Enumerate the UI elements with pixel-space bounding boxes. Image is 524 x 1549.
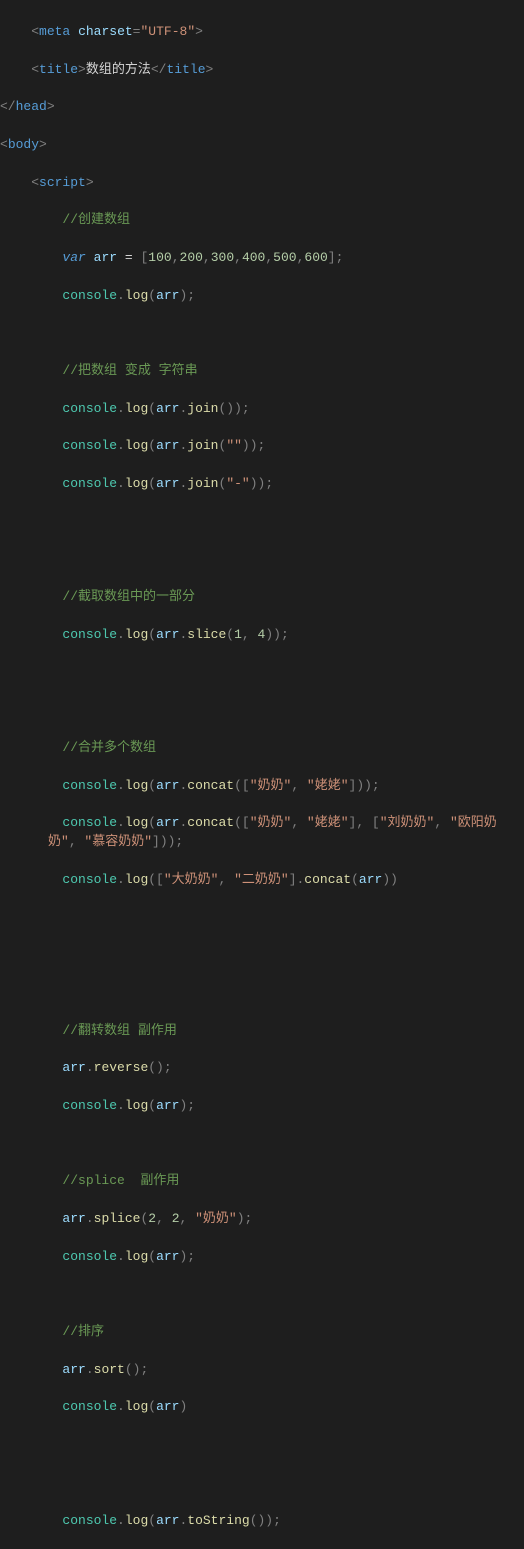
code-line	[0, 1474, 524, 1493]
code-line	[0, 664, 524, 683]
code-line: <meta charset="UTF-8">	[0, 23, 524, 42]
code-line: </head>	[0, 98, 524, 117]
code-line: //截取数组中的一部分	[0, 588, 524, 607]
code-line: console.log(arr.slice(1, 4));	[0, 626, 524, 645]
code-line	[0, 984, 524, 1003]
code-line: console.log(["大奶奶", "二奶奶"].concat(arr))	[0, 871, 524, 890]
code-line: var arr = [100,200,300,400,500,600];	[0, 249, 524, 268]
code-line: console.log(arr.concat(["奶奶", "姥姥"], ["刘…	[0, 814, 524, 852]
code-line: arr.sort();	[0, 1361, 524, 1380]
code-line: console.log(arr.concat(["奶奶", "姥姥"]));	[0, 777, 524, 796]
code-line: //合并多个数组	[0, 739, 524, 758]
code-line	[0, 701, 524, 720]
code-line: console.log(arr.join(""));	[0, 437, 524, 456]
code-line: console.log(arr.join("-"));	[0, 475, 524, 494]
code-line: console.log(arr);	[0, 287, 524, 306]
code-line: console.log(arr.toString());	[0, 1512, 524, 1531]
code-line: //创建数组	[0, 211, 524, 230]
code-line: console.log(arr);	[0, 1097, 524, 1116]
code-line: console.log(arr)	[0, 1398, 524, 1417]
code-line: console.log(arr);	[0, 1248, 524, 1267]
code-line: <title>数组的方法</title>	[0, 61, 524, 80]
code-line: //翻转数组 副作用	[0, 1022, 524, 1041]
code-line: console.log(arr.join());	[0, 400, 524, 419]
code-line	[0, 1285, 524, 1304]
code-line	[0, 1436, 524, 1455]
code-line	[0, 324, 524, 343]
code-line	[0, 513, 524, 532]
code-line: //把数组 变成 字符串	[0, 362, 524, 381]
code-line: <script>	[0, 174, 524, 193]
code-line: arr.splice(2, 2, "奶奶");	[0, 1210, 524, 1229]
code-line: <body>	[0, 136, 524, 155]
code-editor: <meta charset="UTF-8"> <title>数组的方法</tit…	[0, 0, 524, 1549]
code-line	[0, 946, 524, 965]
code-line: //splice 副作用	[0, 1172, 524, 1191]
code-line	[0, 1135, 524, 1154]
code-line	[0, 550, 524, 569]
code-line: arr.reverse();	[0, 1059, 524, 1078]
code-line	[0, 909, 524, 928]
code-line: //排序	[0, 1323, 524, 1342]
